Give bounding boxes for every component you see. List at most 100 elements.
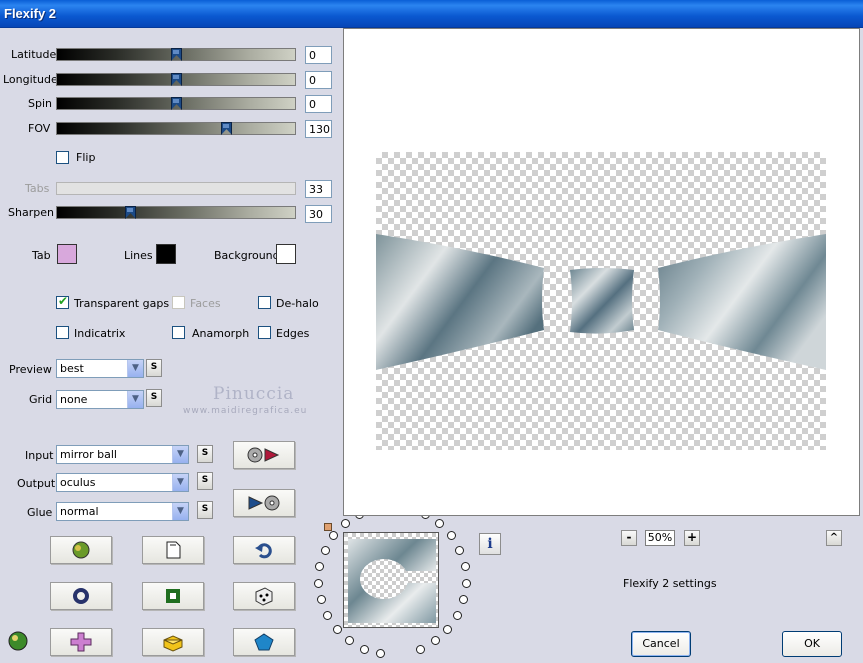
cross-button[interactable] xyxy=(50,628,112,656)
anamorph-checkbox[interactable] xyxy=(172,326,185,339)
preview-s-button[interactable]: S xyxy=(146,359,162,377)
input-label: Input xyxy=(25,449,54,462)
brick-button[interactable] xyxy=(142,628,204,656)
output-select[interactable]: oculus ▼ xyxy=(56,473,189,492)
pentagon-button[interactable] xyxy=(233,628,295,656)
dehalo-label: De-halo xyxy=(276,297,319,310)
dice-icon xyxy=(255,587,273,606)
preview-select-value: best xyxy=(60,362,84,375)
dice-button[interactable] xyxy=(233,582,295,610)
indicatrix-checkbox[interactable] xyxy=(56,326,69,339)
navigator-dot xyxy=(345,636,355,646)
fov-input[interactable]: 130 xyxy=(305,120,332,138)
globe-icon xyxy=(72,541,90,559)
info-button[interactable]: i xyxy=(479,533,501,555)
ring-icon xyxy=(73,588,89,604)
zoom-in-button[interactable]: + xyxy=(684,530,700,546)
transparent-gaps-label: Transparent gaps xyxy=(74,297,170,310)
undo-button[interactable] xyxy=(233,536,295,564)
sharpen-label: Sharpen xyxy=(8,206,54,219)
ok-button[interactable]: OK xyxy=(782,631,842,657)
lines-color-swatch[interactable] xyxy=(156,244,176,264)
spin-slider-thumb[interactable] xyxy=(171,97,182,110)
latitude-input[interactable]: 0 xyxy=(305,46,332,64)
flip-label: Flip xyxy=(76,151,96,164)
spin-slider[interactable] xyxy=(56,97,296,110)
dehalo-checkbox[interactable] xyxy=(258,296,271,309)
navigator-thumbnail[interactable] xyxy=(343,532,439,628)
settings-label: Flexify 2 settings xyxy=(623,577,717,590)
convert-to-input-button[interactable] xyxy=(233,489,295,517)
sharpen-input[interactable]: 30 xyxy=(305,205,332,223)
sharpen-slider[interactable] xyxy=(56,206,296,219)
navigator-dot xyxy=(340,518,350,528)
preview-label: Preview xyxy=(9,363,52,376)
navigator-dot xyxy=(315,561,325,571)
cancel-button[interactable]: Cancel xyxy=(631,631,691,657)
spin-input[interactable]: 0 xyxy=(305,95,332,113)
tab-color-swatch[interactable] xyxy=(57,244,77,264)
chevron-down-icon[interactable]: ▼ xyxy=(172,474,188,491)
longitude-slider[interactable] xyxy=(56,73,296,86)
navigator-dot xyxy=(415,644,425,654)
frame-button[interactable] xyxy=(142,582,204,610)
glue-s-button[interactable]: S xyxy=(197,501,213,519)
navigator-dot xyxy=(316,595,326,605)
tab-color-label: Tab xyxy=(32,249,51,262)
input-select[interactable]: mirror ball ▼ xyxy=(56,445,189,464)
output-s-button[interactable]: S xyxy=(197,472,213,490)
preview-select[interactable]: best ▼ xyxy=(56,359,144,378)
grid-select-value: none xyxy=(60,393,88,406)
navigator-dot xyxy=(320,545,330,555)
longitude-input[interactable]: 0 xyxy=(305,71,332,89)
new-button[interactable] xyxy=(142,536,204,564)
navigator-dot xyxy=(376,649,386,659)
convert-to-output-button[interactable] xyxy=(233,441,295,469)
watermark-name: Pinuccia xyxy=(213,384,295,404)
faces-checkbox xyxy=(172,296,185,309)
background-color-label: Background xyxy=(214,249,280,262)
latitude-slider[interactable] xyxy=(56,48,296,61)
edges-checkbox[interactable] xyxy=(258,326,271,339)
title-bar: Flexify 2 xyxy=(0,0,863,28)
window-title: Flexify 2 xyxy=(4,6,57,21)
navigator-dot xyxy=(461,578,471,588)
latitude-slider-thumb[interactable] xyxy=(171,48,182,61)
lines-color-label: Lines xyxy=(124,249,153,262)
ring-button[interactable] xyxy=(50,582,112,610)
zoom-out-button[interactable]: - xyxy=(621,530,637,546)
chevron-down-icon[interactable]: ▼ xyxy=(172,446,188,463)
navigator-dot xyxy=(314,578,324,588)
grid-s-button[interactable]: S xyxy=(146,389,162,407)
random-button[interactable] xyxy=(50,536,112,564)
chevron-down-icon[interactable]: ▼ xyxy=(172,503,188,520)
glue-select[interactable]: normal ▼ xyxy=(56,502,189,521)
navigator-dot xyxy=(435,518,445,528)
fov-slider[interactable] xyxy=(56,122,296,135)
grid-select[interactable]: none ▼ xyxy=(56,390,144,409)
disc-arrow-icon xyxy=(247,447,280,463)
spin-label: Spin xyxy=(28,97,52,110)
navigator-handle[interactable] xyxy=(324,523,332,531)
output-label: Output xyxy=(17,477,56,490)
input-s-button[interactable]: S xyxy=(197,445,213,463)
background-color-swatch[interactable] xyxy=(276,244,296,264)
grid-label: Grid xyxy=(29,393,53,406)
check-icon: ✔ xyxy=(58,294,69,308)
transparent-gaps-checkbox[interactable]: ✔ xyxy=(56,294,69,309)
sharpen-slider-thumb[interactable] xyxy=(125,206,136,219)
watermark-site: www.maidiregrafica.eu xyxy=(183,406,308,416)
anamorph-label: Anamorph xyxy=(192,327,250,340)
chevron-down-icon[interactable]: ▼ xyxy=(127,360,143,377)
tabs-input: 33 xyxy=(305,180,332,198)
arrow-disc-icon xyxy=(248,495,280,511)
flip-checkbox[interactable] xyxy=(56,151,69,164)
chevron-down-icon[interactable]: ▼ xyxy=(127,391,143,408)
fov-slider-thumb[interactable] xyxy=(221,122,232,135)
collapse-button[interactable]: ^ xyxy=(826,530,842,546)
longitude-slider-thumb[interactable] xyxy=(171,73,182,86)
navigator-dot xyxy=(455,545,465,555)
glue-select-value: normal xyxy=(60,505,99,518)
preview-image xyxy=(376,234,826,370)
zoom-level: 50% xyxy=(645,530,675,546)
